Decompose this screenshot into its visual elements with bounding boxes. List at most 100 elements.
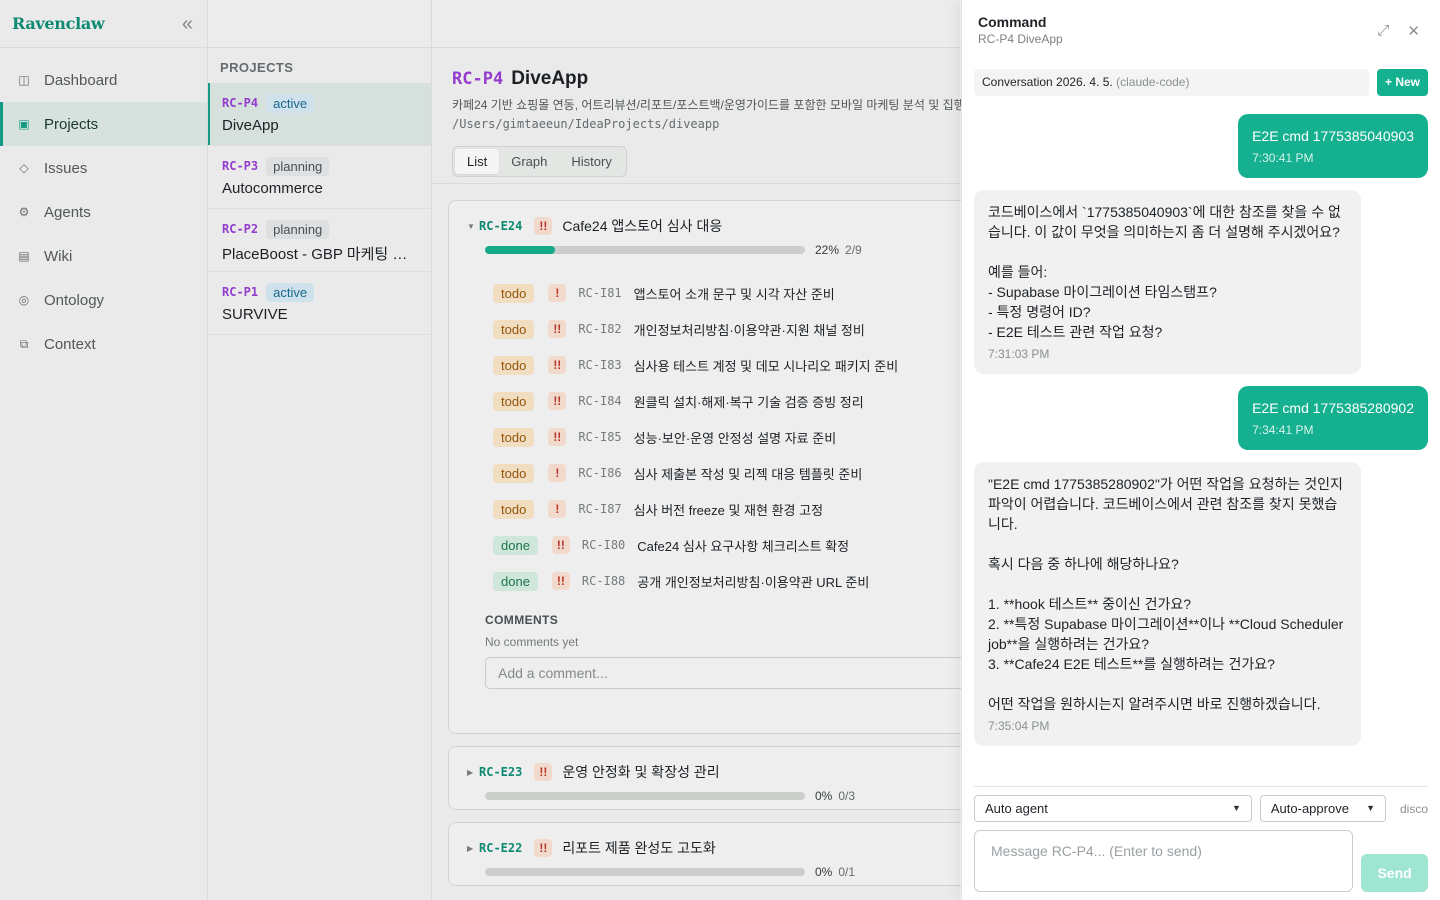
issue-status-badge[interactable]: todo	[493, 355, 535, 375]
brand-logo[interactable]: Ravenclaw	[12, 14, 105, 33]
project-key: RC-P2	[222, 222, 259, 236]
close-icon[interactable]: ✕	[1407, 22, 1420, 40]
projects-heading: PROJECTS	[220, 60, 294, 75]
message-input[interactable]: Message RC-P4... (Enter to send)	[974, 830, 1354, 892]
tab-history[interactable]: History	[559, 149, 623, 174]
issue-status-badge[interactable]: todo	[493, 499, 535, 519]
disconnect-link[interactable]: disco	[1400, 802, 1428, 816]
priority-badge: !	[548, 500, 567, 518]
issue-key: RC-I86	[578, 466, 622, 480]
priority-badge: !!	[548, 320, 567, 338]
project-item[interactable]: RC-P1 active SURVIVE	[208, 272, 431, 335]
progress-fill	[485, 246, 556, 254]
project-item[interactable]: RC-P4 active DiveApp	[208, 83, 431, 146]
send-button[interactable]: Send	[1361, 854, 1428, 892]
issue-status-badge[interactable]: todo	[493, 283, 535, 303]
priority-badge: !!	[534, 839, 553, 857]
panel-header: Command RC-P4 DiveApp ⤢ ✕	[962, 0, 1440, 60]
tab-list[interactable]: List	[455, 149, 500, 174]
epic-title[interactable]: Cafe24 앱스토어 심사 대응	[562, 216, 722, 236]
epic-key[interactable]: RC-E23	[479, 765, 522, 779]
project-key: RC-P3	[222, 159, 259, 173]
expand-triangle-icon[interactable]: ▶	[467, 768, 479, 777]
copy-icon: ⧉	[19, 336, 29, 351]
priority-badge: !	[548, 464, 567, 482]
issue-title: 심사 제출본 작성 및 리젝 대응 템플릿 준비	[633, 466, 863, 482]
issue-status-badge[interactable]: done	[493, 535, 538, 555]
message-text: 코드베이스에서 `1775385040903`에 대한 참조를 찾을 수 없습니…	[988, 204, 1341, 340]
collapse-triangle-icon[interactable]: ▼	[467, 222, 479, 231]
brand-row: Ravenclaw «	[0, 0, 207, 48]
status-badge: planning	[266, 156, 330, 176]
tab-graph[interactable]: Graph	[499, 149, 559, 174]
issue-title: 심사 버전 freeze 및 재현 환경 고정	[633, 502, 824, 518]
conversation-row: Conversation 2026. 4. 5. (claude-code) +…	[974, 69, 1428, 96]
progress-count: 2/9	[845, 243, 862, 257]
layout-icon: ◫	[18, 73, 30, 87]
issue-title: 개인정보처리방침·이용약관·지원 채널 정비	[633, 322, 865, 338]
sidebar-item-label: Issues	[44, 159, 88, 177]
issue-status-badge[interactable]: done	[493, 571, 538, 591]
priority-badge: !!	[534, 763, 553, 781]
sidebar-item-agents[interactable]: ⚙ Agents	[0, 190, 207, 234]
sidebar-item-issues[interactable]: ◇ Issues	[0, 146, 207, 190]
sidebar-item-dashboard[interactable]: ◫ Dashboard	[0, 58, 207, 102]
priority-badge: !!	[548, 392, 567, 410]
issue-key: RC-I80	[581, 538, 626, 552]
epic-title[interactable]: 운영 안정화 및 확장성 관리	[562, 762, 719, 782]
project-name: Autocommerce	[222, 180, 323, 197]
collapse-sidebar-icon[interactable]: «	[182, 14, 193, 34]
gear-icon: ⚙	[18, 205, 30, 219]
message-timestamp: 7:35:04 PM	[988, 719, 1050, 733]
expand-triangle-icon[interactable]: ▶	[467, 844, 479, 853]
progress-percent: 22%	[815, 243, 840, 257]
expand-icon[interactable]: ⤢	[1377, 22, 1389, 40]
panel-footer: Auto agent ▼ Auto-approve ▼ disco Messag…	[974, 786, 1428, 892]
progress-percent: 0%	[815, 789, 833, 803]
project-item[interactable]: RC-P2 planning PlaceBoost - GBP 마케팅 에이전트	[208, 209, 431, 272]
panel-subtitle: RC-P4 DiveApp	[978, 32, 1063, 46]
issue-status-badge[interactable]: todo	[493, 427, 535, 447]
sidebar-item-projects[interactable]: ▣ Projects	[0, 102, 207, 146]
issue-title: Cafe24 심사 요구사항 체크리스트 확정	[637, 538, 850, 554]
epic-key[interactable]: RC-E24	[479, 219, 522, 233]
priority-badge: !!	[551, 536, 570, 554]
sidebar-item-context[interactable]: ⧉ Context	[0, 322, 207, 366]
conversation-label: Conversation 2026. 4. 5.	[982, 75, 1113, 89]
status-badge: active	[266, 93, 315, 113]
conversation-selector[interactable]: Conversation 2026. 4. 5. (claude-code)	[974, 69, 1369, 96]
ontology-icon: ◎	[18, 293, 30, 307]
progress-count: 0/3	[838, 789, 856, 803]
project-key: RC-P4	[452, 69, 504, 89]
sidebar-item-label: Wiki	[44, 247, 73, 265]
sidebar-nav: ◫ Dashboard ▣ Projects ◇ Issues ⚙ Agents…	[0, 48, 207, 366]
sidebar-item-ontology[interactable]: ◎ Ontology	[0, 278, 207, 322]
agent-select[interactable]: Auto agent ▼	[974, 795, 1252, 822]
epic-key[interactable]: RC-E22	[479, 841, 522, 855]
project-item[interactable]: RC-P3 planning Autocommerce	[208, 146, 431, 209]
priority-badge: !!	[548, 428, 567, 446]
sidebar-item-wiki[interactable]: ▤ Wiki	[0, 234, 207, 278]
epic-title[interactable]: 리포트 제품 완성도 고도화	[562, 838, 715, 858]
issue-title: 성능·보안·운영 안정성 설명 자료 준비	[633, 430, 837, 446]
progress-count: 0/1	[838, 865, 856, 879]
page-title: DiveApp	[511, 68, 589, 89]
issue-status-badge[interactable]: todo	[493, 391, 535, 411]
approve-select-value: Auto-approve	[1270, 801, 1349, 816]
chevron-down-icon: ▼	[1231, 803, 1241, 813]
priority-badge: !!	[548, 356, 567, 374]
issue-key: RC-I87	[578, 502, 622, 516]
priority-badge: !!	[551, 572, 570, 590]
user-message: E2E cmd 1775385280902 7:34:41 PM	[1238, 386, 1428, 450]
issue-status-badge[interactable]: todo	[493, 463, 535, 483]
book-icon: ▤	[18, 249, 30, 263]
approve-select[interactable]: Auto-approve ▼	[1259, 795, 1386, 822]
projects-topbar	[208, 0, 431, 48]
issue-key: RC-I84	[578, 394, 622, 408]
issue-title: 심사용 테스트 계정 및 데모 시나리오 패키지 준비	[633, 358, 899, 374]
issue-status-badge[interactable]: todo	[493, 319, 535, 339]
agent-message: "E2E cmd 1775385280902"가 어떤 작업을 요청하는 것인지…	[974, 462, 1361, 746]
new-conversation-button[interactable]: + New	[1376, 69, 1428, 96]
progress-bar	[485, 246, 805, 254]
progress-percent: 0%	[815, 865, 833, 879]
